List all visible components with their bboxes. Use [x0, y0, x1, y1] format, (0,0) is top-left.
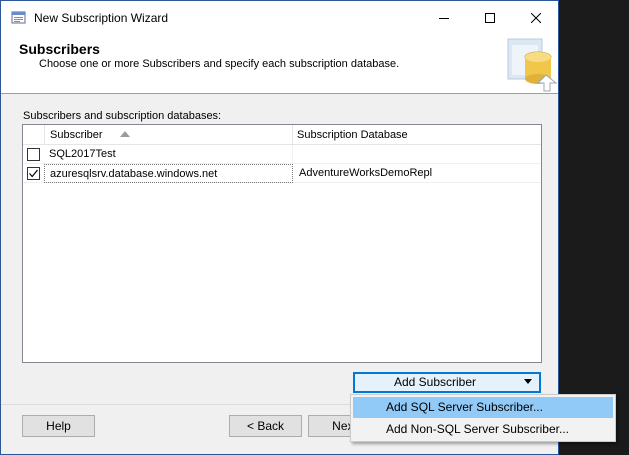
chevron-down-icon[interactable]: [524, 379, 532, 384]
subscribers-grid: Subscriber Subscription Database SQL2017…: [22, 124, 542, 363]
add-subscriber-button[interactable]: Add Subscriber: [353, 372, 541, 393]
grid-header: Subscriber Subscription Database: [23, 125, 541, 145]
wizard-window: New Subscription Wizard Subscribers Choo…: [0, 0, 559, 455]
subscribers-list-label: Subscribers and subscription databases:: [23, 110, 222, 122]
subscriber-checkbox[interactable]: [27, 167, 40, 180]
database-icon: [498, 35, 558, 94]
column-header-subscriber-label: Subscriber: [50, 129, 103, 141]
sort-ascending-icon: [119, 131, 130, 138]
minimize-icon: [439, 18, 449, 19]
table-row[interactable]: SQL2017Test: [23, 145, 541, 164]
menu-item-add-sql-server-subscriber[interactable]: Add SQL Server Subscriber...: [353, 397, 613, 418]
subscriber-cell[interactable]: azuresqlsrv.database.windows.net: [44, 164, 293, 183]
add-subscriber-label: Add Subscriber: [393, 375, 477, 389]
subscriber-checkbox[interactable]: [27, 148, 40, 161]
wizard-header: Subscribers Choose one or more Subscribe…: [1, 35, 558, 94]
maximize-icon: [485, 13, 495, 23]
table-row[interactable]: azuresqlsrv.database.windows.net Adventu…: [23, 164, 541, 183]
page-subtitle: Choose one or more Subscribers and speci…: [39, 58, 400, 70]
close-icon: [531, 13, 541, 23]
maximize-button[interactable]: [467, 1, 513, 35]
help-button[interactable]: Help: [22, 415, 95, 437]
subscriber-cell[interactable]: SQL2017Test: [44, 145, 293, 164]
window-title: New Subscription Wizard: [34, 11, 169, 25]
add-subscriber-menu: Add SQL Server Subscriber... Add Non-SQL…: [350, 394, 616, 442]
column-header-database[interactable]: Subscription Database: [293, 125, 541, 145]
database-cell[interactable]: [293, 145, 541, 164]
page-title: Subscribers: [19, 41, 100, 57]
back-button[interactable]: < Back: [229, 415, 302, 437]
close-button[interactable]: [513, 1, 558, 35]
database-cell[interactable]: AdventureWorksDemoRepl: [293, 164, 541, 183]
menu-item-add-non-sql-server-subscriber[interactable]: Add Non-SQL Server Subscriber...: [353, 419, 613, 440]
column-header-subscriber[interactable]: Subscriber: [44, 125, 293, 145]
wizard-app-icon: [11, 10, 27, 26]
minimize-button[interactable]: [421, 1, 467, 35]
checkmark-icon: [29, 169, 38, 178]
title-bar[interactable]: New Subscription Wizard: [1, 1, 558, 35]
